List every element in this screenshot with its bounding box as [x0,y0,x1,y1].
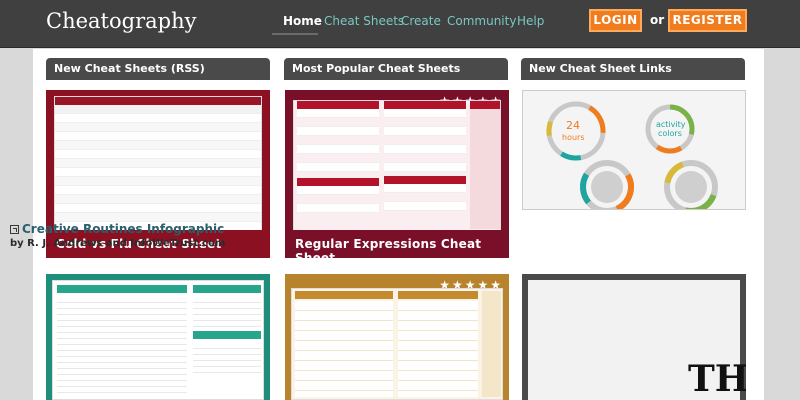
preview-row [55,132,261,141]
preview-row [297,109,379,118]
infographic-preview-image: 24 hours activity colors [546,101,718,209]
preview-header [384,176,466,184]
svg-text:colors: colors [658,129,682,138]
link-title-text[interactable]: Creative Routines Infographic [22,222,224,236]
link-preview-image: TH [528,280,746,400]
teal-cheat-sheet-card[interactable] [46,274,270,400]
preview-header [398,291,478,299]
preview-header [193,331,261,339]
cheat-sheet-preview [54,96,262,231]
preview-row [384,202,466,211]
preview-row [55,204,261,213]
cheat-sheet-preview [291,288,503,400]
preview-text-block [398,301,478,397]
preview-row [55,159,261,168]
preview-row [297,127,379,136]
site-logo[interactable]: Cheatography [46,9,196,33]
preview-header [55,97,261,105]
creative-routines-preview[interactable]: 24 hours activity colors [522,90,746,210]
regex-card[interactable]: ★★★★★ [285,90,509,258]
external-link-icon [10,225,19,234]
popular-cheat-sheets-header[interactable]: Most Popular Cheat Sheets [284,58,508,80]
nav-cheat-sheets[interactable]: Cheat Sheets [324,14,404,28]
preview-row [55,150,261,159]
gold-cheat-sheet-card[interactable]: ★★★★★ [285,274,509,400]
preview-column [384,101,466,229]
svg-text:hours: hours [562,133,585,142]
preview-row [55,141,261,150]
preview-row [297,145,379,154]
preview-row [55,123,261,132]
preview-header [57,285,187,293]
preview-row [297,195,379,204]
preview-row [384,136,466,145]
preview-row [297,186,379,195]
preview-column [470,101,500,229]
preview-row [384,193,466,202]
preview-large-text: TH [688,358,746,400]
preview-text-block [295,301,393,397]
link-title[interactable]: Creative Routines Infographic [10,222,224,236]
preview-row [55,114,261,123]
nav-home[interactable]: Home [283,14,322,28]
preview-row [55,213,261,222]
nav-community[interactable]: Community [447,14,516,28]
preview-row [384,118,466,127]
preview-row [297,154,379,163]
preview-column [297,101,379,229]
new-links-header[interactable]: New Cheat Sheet Links [521,58,745,80]
preview-text-block [193,297,261,327]
preview-row [384,145,466,154]
preview-row [55,105,261,114]
active-nav-indicator [272,33,318,35]
card-title[interactable]: Regular Expressions Cheat Sheet [295,237,509,258]
link-author[interactable]: by R. J. Andrews and InfoWeTrust.com [10,238,225,249]
preview-header [295,291,393,299]
preview-header [297,178,379,186]
preview-row [384,163,466,172]
cheat-sheet-preview [293,100,501,231]
preview-column [482,291,501,397]
preview-row [297,204,379,213]
preview-row [384,154,466,163]
preview-row [55,186,261,195]
preview-row [55,168,261,177]
preview-header [297,101,379,109]
link-preview-card[interactable]: TH [522,274,746,400]
preview-header [193,285,261,293]
preview-row [297,136,379,145]
preview-row [297,118,379,127]
preview-row [384,127,466,136]
or-label: or [650,13,665,27]
preview-header [470,101,500,109]
nav-help[interactable]: Help [517,14,544,28]
svg-text:activity: activity [656,120,686,129]
preview-row [384,109,466,118]
nav-create[interactable]: Create [401,14,441,28]
preview-text-block [57,297,187,393]
preview-row [55,195,261,204]
svg-text:24: 24 [566,119,580,132]
new-cheat-sheets-header[interactable]: New Cheat Sheets (RSS) [46,58,270,80]
preview-header [384,101,466,109]
register-button[interactable]: REGISTER [668,9,747,32]
preview-text-block [193,343,261,373]
preview-row [297,163,379,172]
preview-row [55,177,261,186]
login-button[interactable]: LOGIN [589,9,642,32]
cheat-sheet-preview [52,280,264,400]
preview-row [384,184,466,193]
